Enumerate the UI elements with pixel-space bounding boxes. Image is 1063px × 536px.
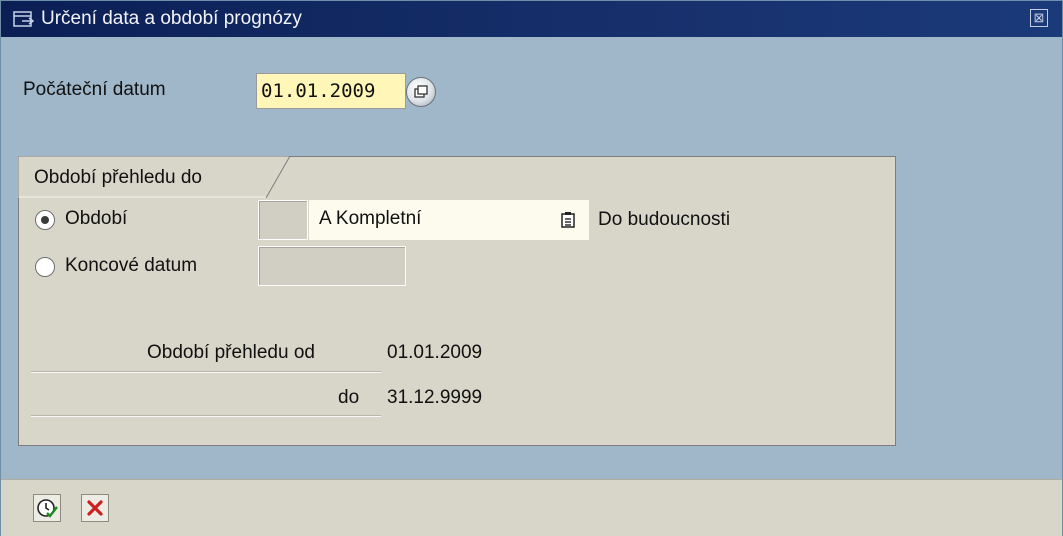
start-date-label: Počáteční datum <box>23 79 166 100</box>
overview-from-label: Období přehledu od <box>147 342 315 363</box>
period-description: Do budoucnosti <box>598 209 731 230</box>
radio-end-date-label: Koncové datum <box>65 255 198 276</box>
value-help-icon <box>414 85 428 98</box>
overview-to-label: do <box>338 387 360 408</box>
separator-line <box>31 371 381 373</box>
execute-button[interactable] <box>33 494 61 522</box>
end-date-field[interactable] <box>258 246 406 286</box>
radio-period[interactable] <box>35 210 55 230</box>
list-icon[interactable] <box>561 212 575 228</box>
close-button[interactable]: ⊠ <box>1030 9 1048 27</box>
cancel-button[interactable] <box>81 494 109 522</box>
start-date-input[interactable]: 01.01.2009 <box>256 73 406 109</box>
overview-from-value: 01.01.2009 <box>387 342 483 363</box>
cancel-x-icon <box>87 500 103 516</box>
radio-period-label: Období <box>65 208 128 229</box>
window-title: Určení data a období prognózy <box>41 8 302 29</box>
group-title: Období přehledu do <box>34 167 202 188</box>
radio-end-date[interactable] <box>35 257 55 277</box>
value-help-button[interactable] <box>406 77 436 107</box>
dialog-window: Určení data a období prognózy ⊠ Počátečn… <box>0 0 1063 536</box>
period-code-field[interactable] <box>258 200 308 240</box>
separator-line <box>31 415 381 417</box>
overview-to-value: 31.12.9999 <box>387 387 483 408</box>
period-value-text: A Kompletní <box>319 208 422 229</box>
execute-clock-icon <box>37 499 58 518</box>
title-bar: Určení data a období prognózy ⊠ <box>1 1 1062 37</box>
period-value-field[interactable]: A Kompletní <box>309 200 589 240</box>
bottom-toolbar <box>1 479 1062 536</box>
open-window-icon <box>13 11 35 27</box>
